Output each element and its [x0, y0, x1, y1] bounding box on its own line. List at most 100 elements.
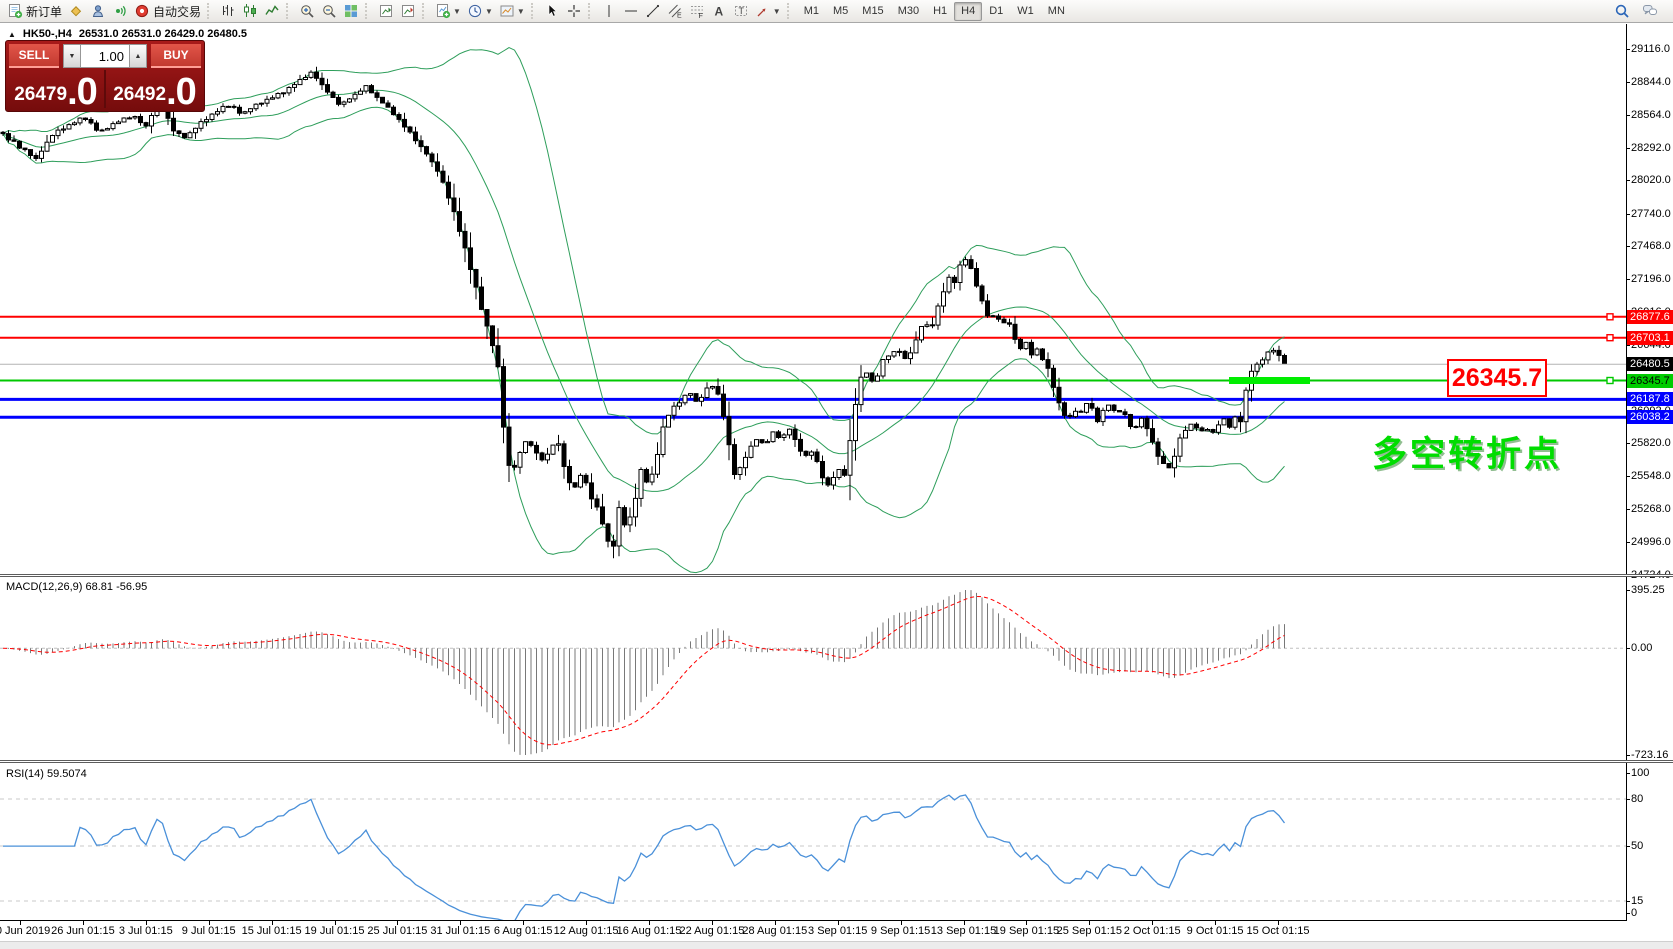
timeframe-button-h4[interactable]: H4 [954, 1, 983, 21]
price-tick-label: 28844.0 [1631, 75, 1671, 88]
price-tick-mark [1626, 115, 1630, 116]
toolbar-button-search[interactable] [1611, 1, 1633, 21]
rsi-tick-label: 15 [1631, 895, 1644, 907]
toolbar-button-community[interactable] [1639, 1, 1661, 21]
chart-ohlc-values: 26531.0 26531.0 26429.0 26480.5 [78, 28, 248, 40]
toolbar-button-quotes[interactable] [65, 1, 87, 21]
price-tick-mark [1626, 344, 1630, 346]
volume-increase-button[interactable]: ▲ [129, 44, 147, 68]
toolbar-group-separator [286, 3, 293, 19]
timeframe-button-d1[interactable]: D1 [982, 2, 1010, 21]
date-label: 9 Sep 01:15 [870, 925, 931, 937]
shapes-icon [757, 8, 766, 17]
toolbar-button-chart-candles[interactable] [239, 1, 261, 21]
mt4-window: 新订单 自动交易 ▼ ▼ ▼ E F A T ▼ M1 M5 M15 M30 H1 H4 D1 W1 MN ▲ HK… [0, 0, 1673, 949]
toolbar-button-zoom-out[interactable] [318, 1, 340, 21]
timeframe-button-m1[interactable]: M1 [797, 2, 826, 21]
sell-price[interactable]: 26479.0 [9, 70, 102, 111]
toolbar-group-separator [786, 3, 794, 19]
timeframe-button-m30[interactable]: M30 [891, 2, 926, 21]
toolbar-button-autotrade[interactable]: 自动交易 [131, 1, 204, 21]
date-label: 16 Aug 01:15 [616, 925, 682, 937]
toolbar-button-text[interactable]: A [708, 1, 730, 21]
buy-price[interactable]: 26492.0 [108, 70, 201, 111]
price-tick-label: 25548.0 [1631, 469, 1671, 482]
macd-histogram [2, 590, 1285, 755]
toolbar-button-profile[interactable] [87, 1, 109, 21]
profile-icon [92, 5, 104, 17]
toolbar: 新订单 自动交易 ▼ ▼ ▼ E F A T ▼ M1 M5 M15 M30 H1 H4 D1 W1 MN [0, 0, 1673, 23]
toolbar-button-zoom-in[interactable] [296, 1, 318, 21]
toolbar-button-arrange-a[interactable] [375, 1, 397, 21]
toolbar-button-shapes[interactable]: ▼ [752, 1, 784, 21]
toolbar-button-new-chart[interactable]: ▼ [432, 1, 464, 21]
toolbar-group-separator [530, 3, 538, 19]
new-chart-icon [437, 4, 451, 19]
toolbar-button-fibo[interactable]: F [686, 1, 708, 21]
buy-button[interactable]: BUY [151, 44, 201, 68]
dropdown-arrow-icon[interactable]: ▼ [453, 7, 461, 16]
macd-tick-label: 395.25 [1631, 584, 1665, 596]
rsi-panel-resize-divider[interactable] [0, 760, 1673, 763]
turning-point-annotation-text[interactable]: 多空转折点 [1372, 426, 1562, 477]
price-tick-label: 28564.0 [1631, 109, 1671, 121]
sell-price-int: 26479 [14, 84, 68, 105]
timeframe-button-w1[interactable]: W1 [1010, 2, 1041, 21]
macd-indicator-pane[interactable] [0, 577, 1673, 760]
search-icon [1615, 4, 1629, 18]
volume-input[interactable]: 1.00 [81, 44, 129, 68]
toolbar-button-templates[interactable]: ▼ [496, 1, 528, 21]
toolbar-button-hline[interactable] [620, 1, 642, 21]
toolbar-button-periods[interactable]: ▼ [464, 1, 496, 21]
toolbar-button-signals[interactable] [109, 1, 131, 21]
price-level-annotation-box[interactable]: 26345.7 [1447, 359, 1547, 397]
dropdown-arrow-icon[interactable]: ▼ [485, 7, 493, 16]
toolbar-button-crosshair[interactable] [563, 1, 585, 21]
collapse-trade-panel-icon[interactable]: ▲ [8, 30, 16, 39]
bollinger-bands [2, 47, 1285, 574]
label-icon: T [734, 6, 747, 16]
toolbar-button-new-order[interactable]: 新订单 [4, 1, 65, 21]
rsi-tick-mark [1626, 913, 1630, 914]
line-end-marker[interactable] [1606, 376, 1614, 385]
price-tick-mark [1626, 180, 1630, 182]
toolbar-right-group [1611, 1, 1669, 21]
fibo-icon: F [690, 6, 703, 19]
line-end-marker[interactable] [1606, 313, 1614, 321]
macd-values: 68.81 -56.95 [85, 581, 148, 593]
rsi-tick-mark [1626, 773, 1630, 774]
dropdown-arrow-icon[interactable]: ▼ [517, 7, 525, 16]
volume-decrease-button[interactable]: ▼ [63, 44, 81, 68]
toolbar-button-tline[interactable] [642, 1, 664, 21]
rsi-indicator-pane[interactable] [0, 763, 1673, 920]
price-tick-label: 28020.0 [1631, 174, 1671, 187]
price-tick-label: 24996.0 [1631, 536, 1671, 548]
date-label: 3 Sep 01:15 [808, 925, 868, 937]
toolbar-button-vline[interactable] [598, 1, 620, 21]
toolbar-button-channel[interactable]: E [664, 1, 686, 21]
toolbar-button-label[interactable]: T [730, 1, 752, 21]
timeframe-button-m5[interactable]: M5 [826, 2, 855, 21]
sell-button[interactable]: SELL [9, 44, 59, 68]
date-label: 3 Jul 01:15 [118, 925, 173, 937]
timeframe-button-m15[interactable]: M15 [855, 2, 890, 21]
signals-icon [116, 5, 126, 17]
dropdown-arrow-icon[interactable]: ▼ [773, 7, 781, 16]
price-tick-mark [1626, 49, 1630, 50]
price-badge-26877.6: 26877.6 [1627, 309, 1673, 324]
price-tick-label: 27740.0 [1631, 207, 1671, 220]
toolbar-button-cursor[interactable] [541, 1, 563, 21]
toolbar-button-arrange-b[interactable] [397, 1, 419, 21]
rsi-name: RSI(14) [6, 768, 44, 780]
svg-text:T: T [738, 6, 744, 16]
timeframe-button-mn[interactable]: MN [1041, 2, 1072, 21]
toolbar-button-chart-line[interactable] [261, 1, 283, 21]
timeframe-button-h1[interactable]: H1 [926, 2, 954, 21]
zoom-out-icon [323, 5, 336, 18]
price-chart[interactable] [0, 24, 1673, 577]
date-label: 31 Jul 01:15 [430, 925, 491, 937]
macd-panel-resize-divider[interactable] [0, 574, 1673, 577]
toolbar-button-tiles[interactable] [340, 1, 362, 21]
line-end-marker[interactable] [1606, 334, 1614, 342]
toolbar-button-chart-bars[interactable] [217, 1, 239, 21]
